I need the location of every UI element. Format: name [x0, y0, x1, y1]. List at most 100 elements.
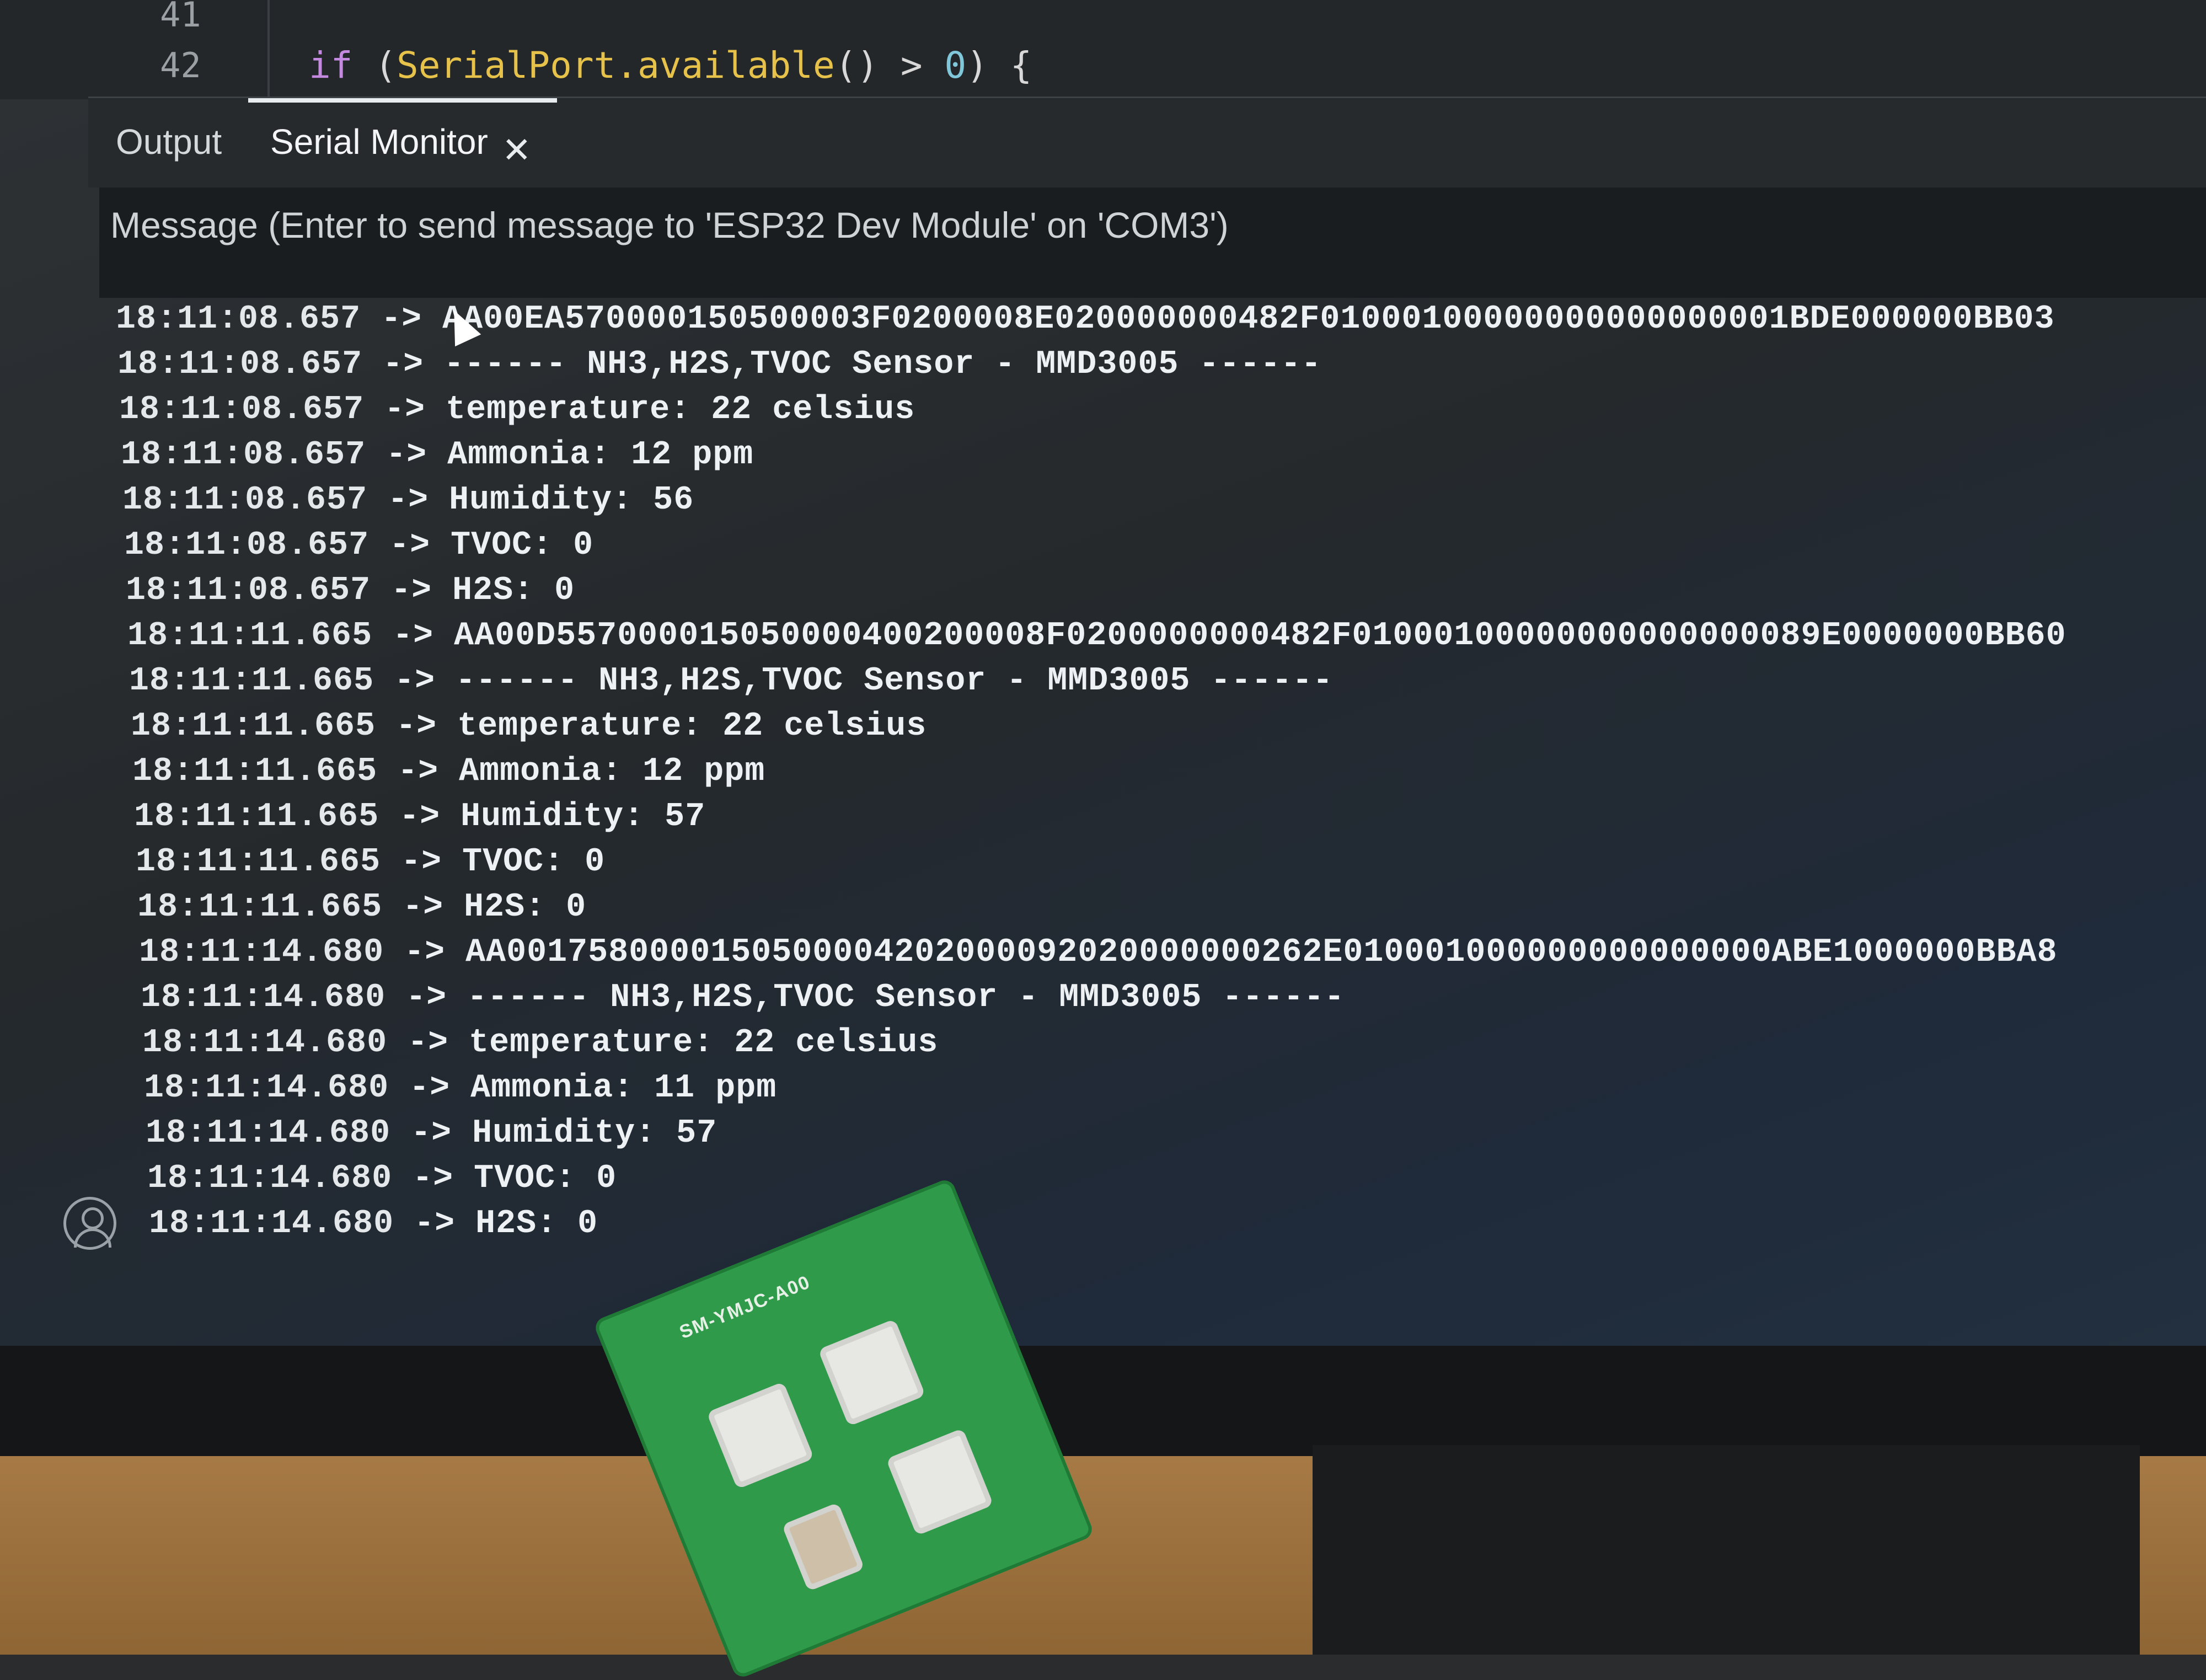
serial-line: 18:11:11.665 -> temperature: 22 celsius [131, 708, 927, 745]
serial-line: 18:11:14.680 -> TVOC: 0 [147, 1160, 617, 1197]
serial-text: temperature: 22 celsius [446, 391, 915, 429]
serial-text: TVOC: 0 [474, 1160, 617, 1197]
serial-text: temperature: 22 celsius [457, 708, 927, 745]
tab-output[interactable]: Output [116, 121, 222, 162]
panel-tabs: Output Serial Monitor [88, 99, 2206, 188]
serial-arrow: -> [394, 662, 436, 700]
serial-arrow: -> [396, 708, 437, 745]
serial-timestamp: 18:11:08.657 [116, 301, 361, 338]
tab-serial-monitor[interactable]: Serial Monitor [270, 121, 488, 162]
serial-timestamp: 18:11:14.680 [144, 1069, 389, 1107]
gutter-divider [267, 0, 270, 99]
serial-timestamp: 18:11:11.665 [127, 617, 373, 655]
serial-timestamp: 18:11:14.680 [139, 934, 384, 971]
serial-text: Humidity: 57 [461, 798, 706, 836]
serial-line: 18:11:11.665 -> TVOC: 0 [136, 843, 605, 881]
serial-line: 18:11:11.665 -> ------ NH3,H2S,TVOC Sens… [129, 662, 1333, 700]
serial-arrow: -> [381, 301, 422, 338]
serial-timestamp: 18:11:11.665 [132, 753, 378, 790]
monitor-screen: 41 42 if (SerialPort.available() > 0) { … [0, 0, 2206, 1346]
serial-line: 18:11:14.680 -> temperature: 22 celsius [142, 1024, 938, 1062]
serial-timestamp: 18:11:08.657 [124, 527, 370, 564]
serial-arrow: -> [411, 1115, 452, 1152]
serial-text: H2S: 0 [452, 572, 575, 609]
serial-timestamp: 18:11:14.680 [149, 1205, 394, 1243]
serial-line: 18:11:08.657 -> ------ NH3,H2S,TVOC Sens… [117, 346, 1321, 383]
serial-text: AA00D557000015050000400200008F0200000000… [454, 617, 2066, 655]
serial-timestamp: 18:11:11.665 [136, 843, 381, 881]
serial-timestamp: 18:11:11.665 [134, 798, 379, 836]
serial-arrow: -> [398, 753, 439, 790]
serial-line: 18:11:08.657 -> AA00EA570000150500003F02… [116, 301, 2055, 338]
pcb-label: SM-YMJC-A00 [676, 1271, 813, 1344]
message-input-placeholder: Message (Enter to send message to 'ESP32… [110, 205, 1229, 245]
serial-arrow: -> [393, 617, 434, 655]
code-editor[interactable]: 41 42 if (SerialPort.available() > 0) { [0, 0, 2206, 99]
serial-line: 18:11:08.657 -> Humidity: 56 [122, 481, 694, 519]
serial-timestamp: 18:11:14.680 [141, 979, 386, 1016]
serial-line: 18:11:08.657 -> temperature: 22 celsius [119, 391, 915, 429]
line-number: 41 [160, 0, 201, 35]
serial-arrow: -> [399, 798, 441, 836]
serial-arrow: -> [389, 527, 431, 564]
serial-text: TVOC: 0 [451, 527, 594, 564]
serial-timestamp: 18:11:14.680 [146, 1115, 391, 1152]
serial-text: AA00EA570000150500003F0200008E0200000004… [442, 301, 2055, 338]
code-function: SerialPort.available [396, 44, 835, 87]
serial-line: 18:11:14.680 -> Humidity: 57 [146, 1115, 717, 1152]
serial-line: 18:11:08.657 -> H2S: 0 [126, 572, 575, 609]
serial-text: Humidity: 56 [449, 481, 694, 519]
serial-arrow: -> [383, 346, 424, 383]
monitor-stand [1313, 1445, 2140, 1655]
serial-text: AA00175800001505000042020000920200000002… [465, 934, 2058, 971]
serial-line: 18:11:08.657 -> Ammonia: 12 ppm [121, 436, 753, 474]
serial-arrow: -> [386, 436, 427, 474]
serial-line: 18:11:14.680 -> AA0017580000150500004202… [139, 934, 2058, 971]
code-text: () > [834, 44, 945, 87]
serial-line: 18:11:11.665 -> Ammonia: 12 ppm [132, 753, 765, 790]
serial-text: Humidity: 57 [472, 1115, 718, 1152]
serial-arrow: -> [401, 843, 442, 881]
code-text: ) { [966, 44, 1032, 87]
code-text: ( [352, 44, 397, 87]
code-number: 0 [944, 44, 967, 87]
serial-arrow: -> [388, 481, 429, 519]
serial-timestamp: 18:11:08.657 [117, 346, 363, 383]
serial-timestamp: 18:11:14.680 [142, 1024, 388, 1062]
serial-text: ------ NH3,H2S,TVOC Sensor - MMD3005 ---… [467, 979, 1345, 1016]
serial-text: H2S: 0 [475, 1205, 598, 1243]
serial-text: H2S: 0 [464, 889, 587, 926]
serial-timestamp: 18:11:08.657 [119, 391, 365, 429]
serial-line: 18:11:11.665 -> H2S: 0 [137, 889, 586, 926]
serial-text: ------ NH3,H2S,TVOC Sensor - MMD3005 ---… [444, 346, 1322, 383]
serial-line: 18:11:14.680 -> Ammonia: 11 ppm [144, 1069, 777, 1107]
serial-line: 18:11:14.680 -> ------ NH3,H2S,TVOC Sens… [141, 979, 1345, 1016]
code-line[interactable]: if (SerialPort.available() > 0) { [309, 44, 1032, 87]
serial-timestamp: 18:11:11.665 [137, 889, 383, 926]
serial-timestamp: 18:11:11.665 [131, 708, 376, 745]
serial-arrow: -> [391, 572, 432, 609]
account-icon[interactable] [63, 1197, 116, 1250]
serial-output: 18:11:08.657 -> AA00EA570000150500003F02… [116, 301, 2184, 1277]
sensor-chip [706, 1381, 815, 1490]
sensor-chip [818, 1318, 926, 1427]
serial-text: Ammonia: 11 ppm [470, 1069, 777, 1107]
serial-arrow: -> [403, 889, 444, 926]
serial-timestamp: 18:11:08.657 [122, 481, 368, 519]
serial-arrow: -> [414, 1205, 456, 1243]
code-keyword: if [309, 44, 353, 87]
serial-arrow: -> [408, 1024, 449, 1062]
serial-text: Ammonia: 12 ppm [459, 753, 765, 790]
serial-arrow: -> [406, 979, 447, 1016]
active-tab-indicator [248, 98, 557, 103]
monitor-bezel [0, 1346, 2206, 1456]
serial-timestamp: 18:11:08.657 [126, 572, 371, 609]
serial-text: ------ NH3,H2S,TVOC Sensor - MMD3005 ---… [456, 662, 1334, 700]
serial-timestamp: 18:11:14.680 [147, 1160, 393, 1197]
serial-arrow: -> [384, 391, 426, 429]
serial-text: temperature: 22 celsius [469, 1024, 939, 1062]
serial-arrow: -> [409, 1069, 451, 1107]
serial-arrow: -> [404, 934, 446, 971]
sensor-chip [886, 1428, 994, 1536]
close-icon[interactable]: ✕ [502, 130, 532, 171]
